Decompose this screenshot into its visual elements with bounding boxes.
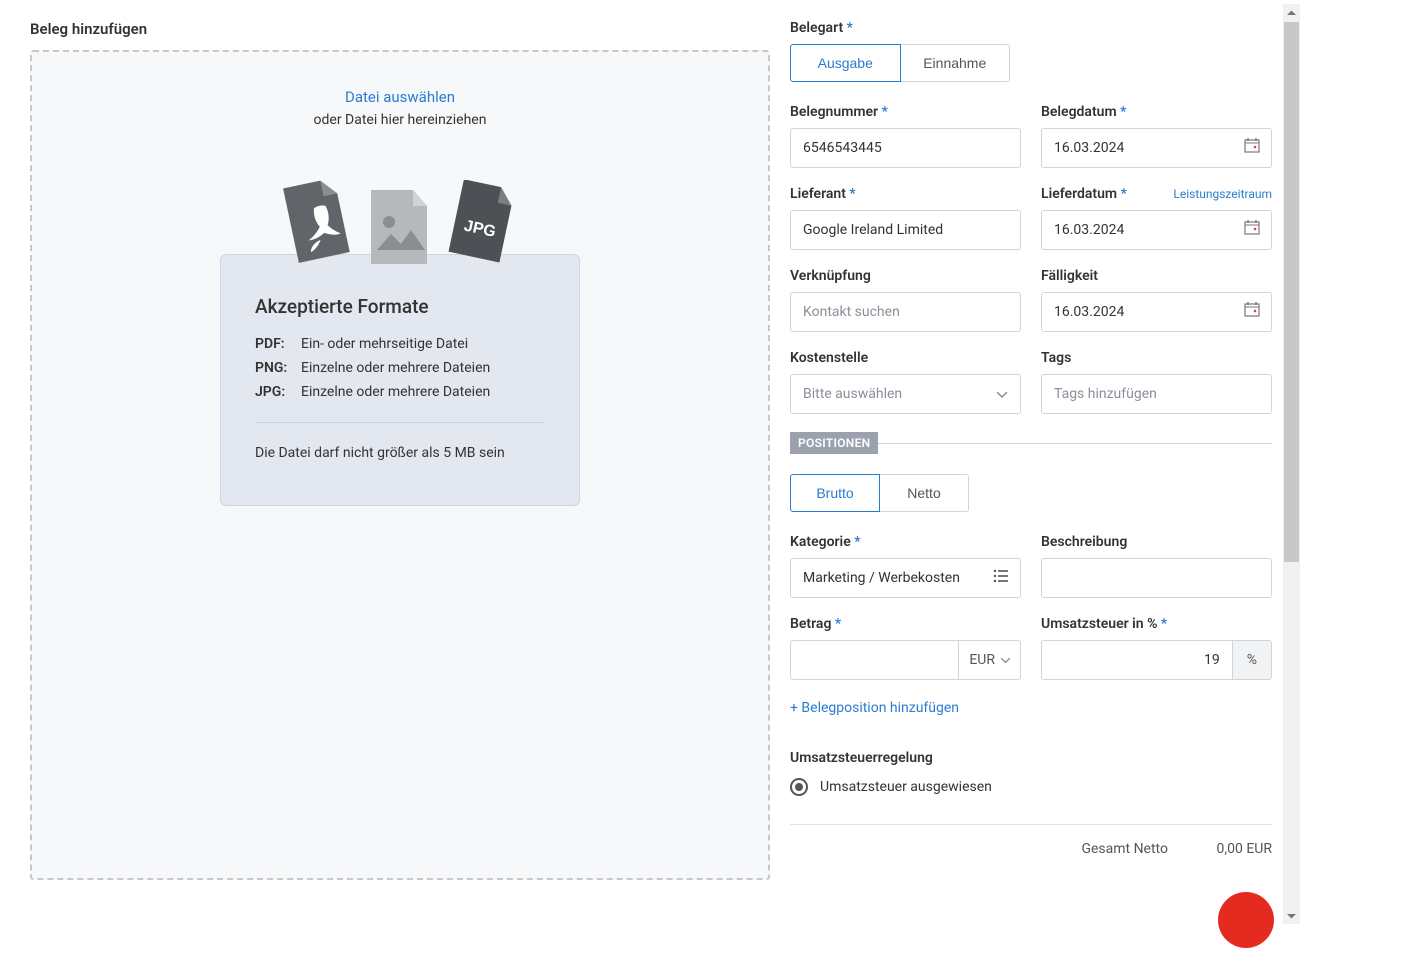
kategorie-label: Kategorie *	[790, 534, 1021, 550]
lieferant-input[interactable]	[790, 210, 1021, 250]
format-row: PDF: Ein- oder mehrseitige Datei	[255, 336, 545, 352]
divider	[255, 422, 545, 423]
add-position-link[interactable]: + Belegposition hinzufügen	[790, 700, 959, 716]
kostenstelle-select[interactable]	[790, 374, 1021, 414]
belegnummer-label: Belegnummer *	[790, 104, 1021, 120]
drag-file-text: oder Datei hier hereinziehen	[314, 112, 487, 128]
file-type-icons: JPG	[283, 178, 517, 268]
total-netto-row: Gesamt Netto 0,00 EUR	[790, 841, 1272, 857]
file-dropzone[interactable]: Datei auswählen oder Datei hier hereinzi…	[30, 50, 770, 880]
scrollbar[interactable]	[1283, 4, 1300, 924]
belegart-einnahme-button[interactable]: Einnahme	[900, 44, 1011, 82]
belegart-ausgabe-button[interactable]: Ausgabe	[790, 44, 901, 82]
brutto-button[interactable]: Brutto	[790, 474, 880, 512]
currency-select[interactable]: EUR	[959, 640, 1021, 680]
formats-title: Akzeptierte Formate	[255, 295, 545, 318]
brutto-netto-toggle: Brutto Netto	[790, 474, 970, 512]
divider	[878, 443, 1272, 444]
belegnummer-input[interactable]	[790, 128, 1021, 168]
accepted-formats-card: Akzeptierte Formate PDF: Ein- oder mehrs…	[220, 254, 580, 506]
beschreibung-input[interactable]	[1041, 558, 1272, 598]
format-row: JPG: Einzelne oder mehrere Dateien	[255, 384, 545, 400]
verknuepfung-input[interactable]	[790, 292, 1021, 332]
faelligkeit-label: Fälligkeit	[1041, 268, 1272, 284]
total-netto-value: 0,00 EUR	[1192, 841, 1272, 857]
percent-addon: %	[1233, 640, 1272, 680]
kostenstelle-label: Kostenstelle	[790, 350, 1021, 366]
list-icon[interactable]	[993, 569, 1009, 587]
tags-label: Tags	[1041, 350, 1272, 366]
belegdatum-label: Belegdatum *	[1041, 104, 1272, 120]
scroll-up-arrow[interactable]	[1283, 4, 1300, 21]
chevron-down-icon	[1001, 658, 1010, 663]
netto-button[interactable]: Netto	[879, 474, 969, 512]
radio-icon	[790, 778, 808, 796]
verknuepfung-label: Verknüpfung	[790, 268, 1021, 284]
total-netto-label: Gesamt Netto	[1081, 841, 1168, 857]
belegart-toggle: Ausgabe Einnahme	[790, 44, 1010, 82]
select-file-link[interactable]: Datei auswählen	[345, 88, 455, 106]
size-note: Die Datei darf nicht größer als 5 MB sei…	[255, 445, 545, 461]
leistungszeitraum-link[interactable]: Leistungszeitraum	[1173, 187, 1272, 201]
betrag-input[interactable]	[790, 640, 959, 680]
format-row: PNG: Einzelne oder mehrere Dateien	[255, 360, 545, 376]
betrag-label: Betrag *	[790, 616, 1021, 632]
ust-input[interactable]	[1041, 640, 1233, 680]
ust-label: Umsatzsteuer in % *	[1041, 616, 1272, 632]
faelligkeit-input[interactable]	[1041, 292, 1272, 332]
lieferant-label: Lieferant *	[790, 186, 1021, 202]
lieferdatum-label: Lieferdatum *	[1041, 186, 1127, 202]
fab-button[interactable]	[1218, 892, 1274, 948]
belegart-label: Belegart *	[790, 20, 1272, 36]
divider	[790, 824, 1272, 825]
positionen-badge: POSITIONEN	[790, 432, 878, 454]
png-icon	[367, 188, 433, 268]
beschreibung-label: Beschreibung	[1041, 534, 1272, 550]
lieferdatum-input[interactable]	[1041, 210, 1272, 250]
kategorie-select[interactable]	[790, 558, 1021, 598]
jpg-icon: JPG	[447, 180, 517, 268]
ust-regelung-option[interactable]: Umsatzsteuer ausgewiesen	[790, 778, 1272, 796]
scroll-down-arrow[interactable]	[1283, 907, 1300, 924]
tags-input[interactable]	[1041, 374, 1272, 414]
add-receipt-title: Beleg hinzufügen	[30, 20, 770, 38]
belegdatum-input[interactable]	[1041, 128, 1272, 168]
ust-regelung-label: Umsatzsteuerregelung	[790, 750, 1272, 766]
pdf-icon	[283, 178, 353, 268]
